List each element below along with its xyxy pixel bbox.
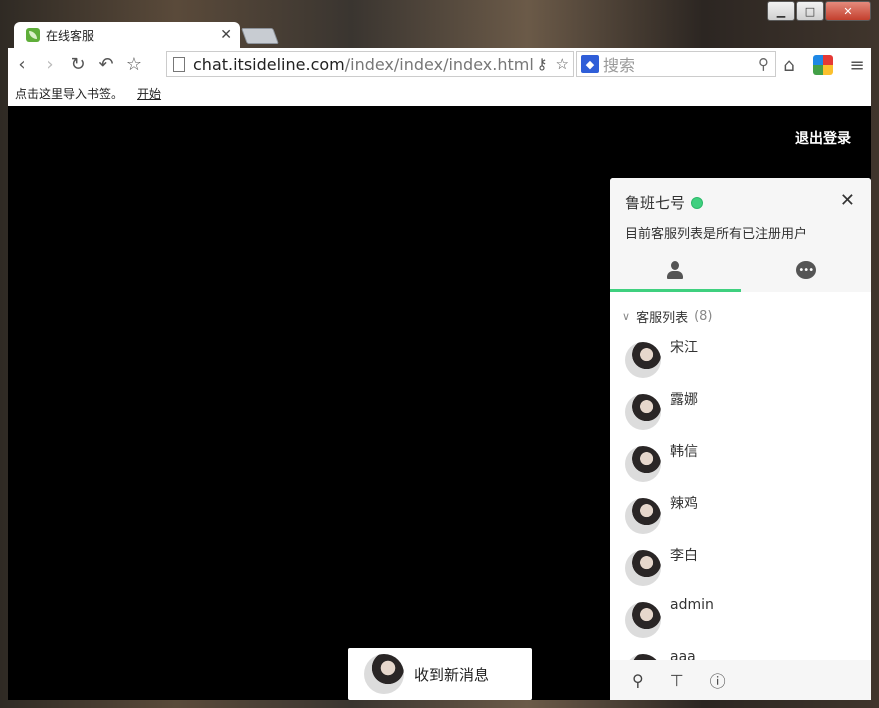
panel-user: 鲁班七号 [625,192,704,213]
logout-link[interactable]: 退出登录 [795,128,851,148]
list-item[interactable]: 宋江 [625,337,698,378]
list-item[interactable]: admin [625,597,714,638]
page-content: 退出登录 鲁班七号 ✕ 目前客服列表是所有已注册用户 ••• ∨ 客服列表 (8… [8,106,871,700]
contact-list: ∨ 客服列表 (8) 宋江 露娜 韩信 辣鸡 李白 admin aaa [610,292,871,660]
key-icon[interactable]: ⚷ [537,55,548,73]
tab-chats[interactable]: ••• [741,248,872,292]
window-controls: ▁ □ ✕ [767,1,871,21]
contact-name: aaa [670,649,696,660]
undo-icon[interactable]: ↶ [92,50,120,78]
list-item[interactable]: 韩信 [625,441,698,482]
bookmark-start-link[interactable]: 开始 [137,85,161,102]
search-box[interactable]: ◆ 搜索 ⚲ [576,51,776,77]
person-icon [667,261,684,279]
avatar [625,550,661,586]
list-item[interactable]: aaa [625,649,696,660]
contact-name: admin [670,597,714,613]
avatar [625,602,661,638]
online-status-icon [691,196,704,209]
url-host: chat.itsideline.com [193,54,345,74]
maximize-button[interactable]: □ [796,1,824,21]
group-header[interactable]: ∨ 客服列表 (8) [610,292,871,326]
list-item[interactable]: 辣鸡 [625,493,698,534]
panel-header: 鲁班七号 ✕ 目前客服列表是所有已注册用户 [610,178,871,248]
leaf-icon [26,28,40,42]
chat-panel: 鲁班七号 ✕ 目前客服列表是所有已注册用户 ••• ∨ 客服列表 (8) 宋江 … [610,178,871,700]
avatar [625,342,661,378]
close-window-button[interactable]: ✕ [825,1,871,21]
bookmark-star-icon[interactable]: ☆ [556,55,569,73]
tab-contacts[interactable] [610,248,741,292]
notification-text: 收到新消息 [414,665,490,684]
avatar [364,654,404,694]
extension-icon[interactable] [809,51,837,79]
list-item[interactable]: 李白 [625,545,698,586]
address-bar[interactable]: chat.itsideline.com/index/index/index.ht… [166,51,574,77]
minimize-button[interactable]: ▁ [767,1,795,21]
browser-toolbar: ‹ › ↻ ↶ ☆ chat.itsideline.com/index/inde… [8,48,871,80]
close-icon[interactable]: ✕ [840,190,855,211]
list-item[interactable]: 露娜 [625,389,698,430]
shirt-icon[interactable]: ⊤ [670,671,684,690]
bookmarks-bar: 点击这里导入书签。 开始 [8,80,871,106]
page-icon [173,56,185,72]
contact-name: 辣鸡 [670,496,698,512]
reload-icon[interactable]: ↻ [64,50,92,78]
back-icon[interactable]: ‹ [8,50,36,78]
address-actions: ⚷ ☆ [537,55,569,73]
panel-tabs: ••• [610,248,871,292]
chevron-down-icon: ∨ [622,310,631,323]
star-icon[interactable]: ☆ [120,50,148,78]
basket-icon[interactable]: ⌂ [775,51,803,79]
menu-icon[interactable]: ≡ [843,51,871,79]
tab-title: 在线客服 [46,28,95,43]
panel-subtitle: 目前客服列表是所有已注册用户 [625,227,808,242]
user-name: 鲁班七号 [625,194,686,212]
contact-name: 韩信 [670,444,698,460]
search-icon[interactable]: ⚲ [632,671,644,690]
avatar [625,446,661,482]
url-path: /index/index/index.html [344,54,534,74]
new-tab-button[interactable] [241,28,279,44]
info-icon[interactable]: ⓘ [710,668,726,692]
tab-close-icon[interactable]: ✕ [220,27,232,43]
bookmark-hint: 点击这里导入书签。 [15,86,124,101]
panel-footer: ⚲ ⊤ ⓘ [610,660,871,700]
forward-icon[interactable]: › [36,50,64,78]
group-title: 客服列表 [636,311,689,326]
contact-name: 宋江 [670,340,698,356]
group-count: (8) [694,309,713,324]
avatar [625,394,661,430]
contact-name: 李白 [670,548,698,564]
avatar [625,498,661,534]
search-input[interactable]: 搜索 [603,52,635,76]
new-message-notification[interactable]: 收到新消息 [348,648,532,700]
chat-bubble-icon: ••• [795,261,816,279]
browser-tab[interactable]: 在线客服 ✕ [14,22,240,48]
contact-name: 露娜 [670,392,698,408]
paw-icon[interactable]: ◆ [581,55,599,73]
browser-window: ▁ □ ✕ 在线客服 ✕ ‹ › ↻ ↶ ☆ chat.itsideline.c… [0,0,879,708]
search-icon[interactable]: ⚲ [758,55,769,73]
toolbar-right: ⌂ ≡ [775,51,871,79]
